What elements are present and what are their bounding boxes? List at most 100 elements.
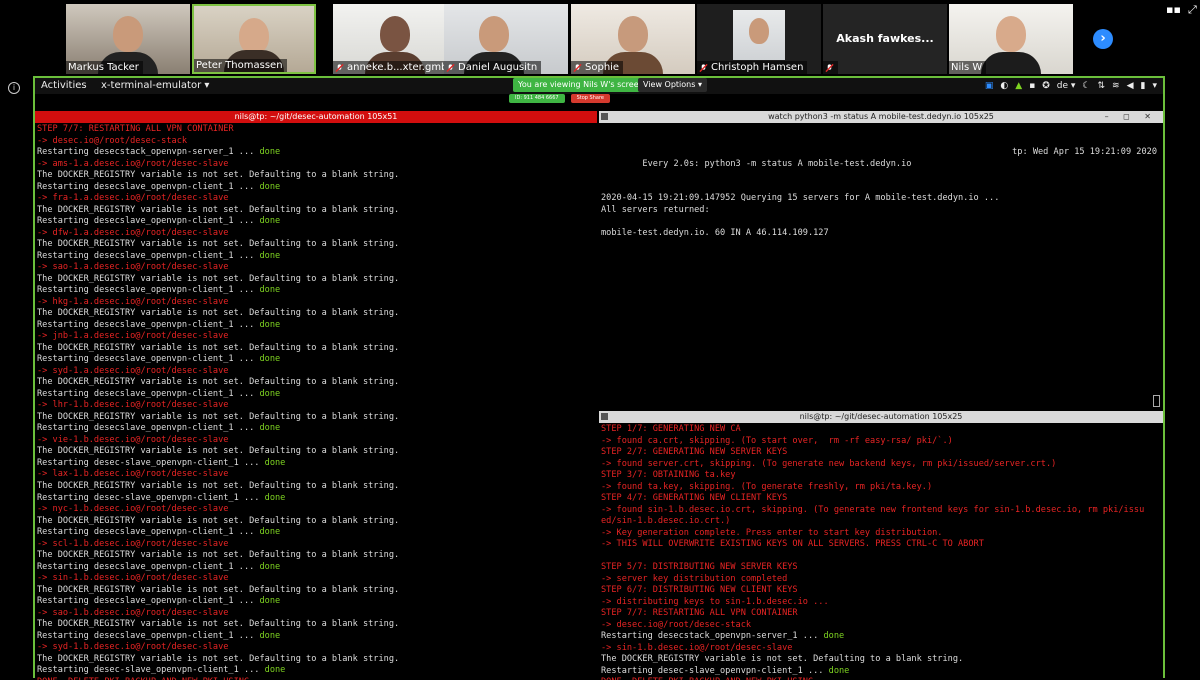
gnome-top-bar: Activities x-terminal-emulator ▾ You are… (35, 78, 1163, 94)
participant-name: anneke.b...xter.gmbh (347, 62, 454, 73)
terminal-line-text: Restarting desecstack_openvpn-server_1 .… (37, 147, 260, 158)
view-options-button[interactable]: View Options ▾ (638, 78, 707, 92)
left-terminal[interactable]: nils@tp: ~/git/desec-automation 105x51 S… (35, 111, 597, 680)
scrollbar[interactable] (1153, 395, 1160, 407)
grid-view-icon[interactable]: ▪▪ (1166, 3, 1181, 16)
terminal-line-text: -> jnb-1.a.desec.io@/root/desec-slave (37, 331, 229, 342)
status-done: done (259, 216, 281, 227)
terminal-line-text: -> hkg-1.a.desec.io@/root/desec-slave (37, 296, 229, 307)
update-tray-icon[interactable]: ▲ (1015, 78, 1022, 94)
participant-tile[interactable]: Nils W (949, 4, 1073, 74)
terminal-line: -> found ta.key, skipping. (To generate … (601, 482, 1161, 494)
terminal-line-text: -> sao-1.a.desec.io@/root/desec-slave (37, 262, 229, 273)
terminal-line-text: -> found server.crt, skipping. (To gener… (601, 458, 1057, 469)
night-light-icon[interactable]: ☾ (1082, 78, 1090, 94)
status-done: done (823, 631, 845, 642)
accessibility-icon[interactable]: ✪ (1042, 78, 1050, 94)
terminal-output: STEP 7/7: RESTARTING ALL VPN CONTAINER ->… (37, 124, 595, 680)
terminal-line-text: -> found sin-1.b.desec.io.crt, skipping.… (601, 504, 1145, 515)
terminal-line-text: -> sin-1.b.desec.io@/root/desec-slave (37, 573, 229, 584)
tray-icon[interactable]: ▪ (1029, 78, 1035, 94)
terminal-line-text: Restarting desecslave_openvpn-client_1 .… (37, 423, 260, 434)
terminal-line-text: -> scl-1.b.desec.io@/root/desec-slave (37, 538, 229, 549)
terminal-line-text: -> Key generation complete. Press enter … (601, 527, 943, 538)
terminal-line-text: -> sin-1.b.desec.io@/root/desec-slave (601, 642, 793, 653)
terminal-line: The DOCKER_REGISTRY variable is not set.… (37, 550, 595, 562)
terminal-line: -> syd-1.b.desec.io@/root/desec-slave (37, 642, 595, 654)
terminal-line-text: Restarting desecslave_openvpn-client_1 .… (37, 216, 260, 227)
participant-strip: Markus Tacker Peter Thomassen anneke.b..… (0, 0, 1200, 76)
mic-muted-icon (335, 63, 344, 72)
zoom-tray-icon[interactable]: ▣ (985, 78, 994, 94)
terminal-line-text: The DOCKER_REGISTRY variable is not set.… (37, 653, 400, 664)
battery-icon[interactable]: ▮ (1141, 78, 1146, 94)
terminal-line-text: The DOCKER_REGISTRY variable is not set.… (37, 446, 400, 457)
terminal-line: Restarting desecslave_openvpn-client_1 .… (37, 285, 595, 297)
participant-tile[interactable]: Markus Tacker (66, 4, 190, 74)
terminal-line-text: -> found ta.key, skipping. (To generate … (601, 481, 933, 492)
stop-share-button[interactable]: Stop Share (570, 94, 610, 103)
volume-icon[interactable]: ◀ (1127, 78, 1134, 94)
terminal-title: nils@tp: ~/git/desec-automation 105x25 (799, 412, 963, 421)
next-page-button[interactable]: › (1093, 29, 1113, 49)
terminal-line: Restarting desec-slave_openvpn-client_1 … (601, 666, 1161, 678)
participant-tile[interactable]: anneke.b...xter.gmbh (333, 4, 457, 74)
participant-tile[interactable]: Daniel Augusitn (444, 4, 568, 74)
terminal-title: watch python3 -m status A mobile-test.de… (768, 112, 994, 121)
lower-terminal[interactable]: nils@tp: ~/git/desec-automation 105x25 S… (599, 411, 1163, 680)
terminal-line: The DOCKER_REGISTRY variable is not set.… (37, 377, 595, 389)
network-icon[interactable]: ⇅ (1098, 78, 1106, 94)
terminal-line: -> desec.io@/root/desec-stack (37, 136, 595, 148)
terminal-line: -> found server.crt, skipping. (To gener… (601, 459, 1161, 471)
terminal-line: STEP 2/7: GENERATING NEW SERVER KEYS (601, 447, 1161, 459)
terminal-line: -> distributing keys to sin-1.b.desec.io… (601, 597, 1161, 609)
terminal-line: -> Key generation complete. Press enter … (601, 528, 1161, 540)
tray-icon[interactable]: ◐ (1000, 78, 1008, 94)
mic-muted-icon (699, 63, 708, 72)
fullscreen-icon[interactable]: ⤢ (1188, 3, 1197, 17)
terminal-line: The DOCKER_REGISTRY variable is not set.… (37, 654, 595, 666)
participant-tile-active[interactable]: Peter Thomassen (192, 4, 316, 74)
terminal-output: Every 2.0s: python3 -m status A mobile-t… (601, 124, 1161, 409)
terminal-line-text: -> desec.io@/root/desec-stack (601, 619, 752, 630)
terminal-line: -> lhr-1.b.desec.io@/root/desec-slave (37, 400, 595, 412)
watch-terminal[interactable]: watch python3 -m status A mobile-test.de… (599, 111, 1163, 409)
keyboard-layout-menu[interactable]: de ▾ (1057, 78, 1076, 94)
terminal-line-text: The DOCKER_REGISTRY variable is not set.… (37, 619, 400, 630)
terminal-line: Restarting desecslave_openvpn-client_1 .… (37, 320, 595, 332)
terminal-line-text: -> ams-1.a.desec.io@/root/desec-slave (37, 158, 229, 169)
terminal-line: Restarting desec-slave_openvpn-client_1 … (37, 665, 595, 677)
terminal-line: STEP 7/7: RESTARTING ALL VPN CONTAINER (601, 608, 1161, 620)
meeting-info-icon[interactable]: i (8, 82, 20, 94)
activities-button[interactable]: Activities (41, 78, 87, 94)
terminal-line: STEP 5/7: DISTRIBUTING NEW SERVER KEYS (601, 562, 1161, 574)
terminal-line-text: STEP 4/7: GENERATING NEW CLIENT KEYS (601, 493, 788, 504)
system-menu-icon[interactable]: ▾ (1152, 78, 1157, 94)
terminal-line-text: Restarting desecslave_openvpn-client_1 .… (37, 319, 260, 330)
window-controls[interactable]: – ◻ ✕ (1105, 111, 1157, 123)
terminal-line-text: Restarting desecslave_openvpn-client_1 .… (37, 250, 260, 261)
status-done: done (828, 665, 850, 676)
wifi-icon[interactable]: ≋ (1112, 78, 1120, 94)
participant-tile[interactable]: Akash fawkes... (823, 4, 947, 74)
terminal-line-text: Restarting desec-slave_openvpn-client_1 … (601, 665, 829, 676)
app-menu[interactable]: x-terminal-emulator ▾ (101, 78, 209, 94)
participant-tile[interactable]: Christoph Hamsen (697, 4, 821, 74)
terminal-line: The DOCKER_REGISTRY variable is not set.… (37, 343, 595, 355)
terminal-line: STEP 3/7: OBTAINING ta.key (601, 470, 1161, 482)
terminal-line-text: -> fra-1.a.desec.io@/root/desec-slave (37, 193, 229, 204)
terminal-line-text: The DOCKER_REGISTRY variable is not set.… (37, 273, 400, 284)
terminal-line: Restarting desecslave_openvpn-client_1 .… (37, 216, 595, 228)
terminal-line: The DOCKER_REGISTRY variable is not set.… (601, 654, 1161, 666)
terminal-line-text: STEP 2/7: GENERATING NEW SERVER KEYS (601, 447, 788, 458)
terminal-line-text: -> THIS WILL OVERWRITE EXISTING KEYS ON … (601, 539, 984, 550)
status-done: done (259, 596, 281, 607)
terminal-line: 2020-04-15 19:21:09.147952 Querying 15 s… (601, 193, 1000, 204)
terminal-line: -> server key distribution completed (601, 574, 1161, 586)
participant-tile[interactable]: Sophie (571, 4, 695, 74)
status-done: done (259, 527, 281, 538)
participant-name: Christoph Hamsen (711, 62, 804, 73)
terminal-line: The DOCKER_REGISTRY variable is not set.… (37, 239, 595, 251)
